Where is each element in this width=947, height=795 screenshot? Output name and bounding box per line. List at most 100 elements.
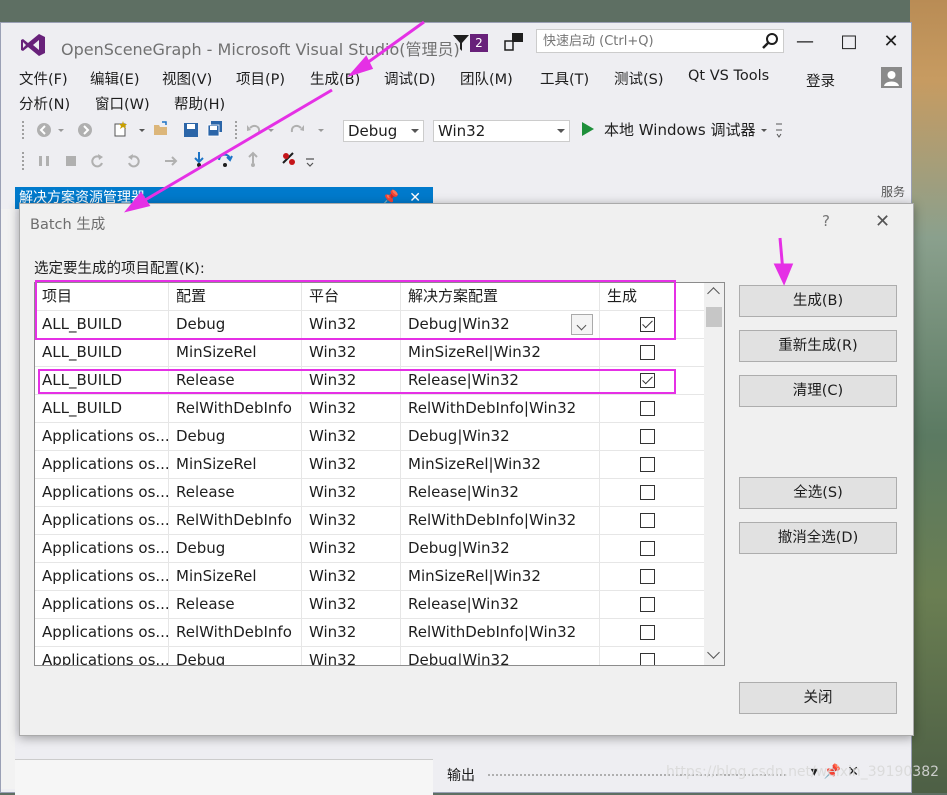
cell-project[interactable]: Applications os... (35, 423, 169, 450)
build-checkbox[interactable] (640, 569, 655, 584)
cell-config[interactable]: MinSizeRel (169, 451, 302, 478)
new-dropdown-icon[interactable] (137, 122, 147, 138)
cell-project[interactable]: Applications os... (35, 479, 169, 506)
menu-qt-vs-tools[interactable]: Qt VS Tools (686, 68, 771, 84)
open-file-icon[interactable] (153, 121, 169, 137)
cell-platform[interactable]: Win32 (302, 479, 401, 506)
cell-config[interactable]: Debug (169, 535, 302, 562)
cell-platform[interactable]: Win32 (302, 647, 401, 665)
cell-solution-config[interactable]: MinSizeRel|Win32 (401, 563, 600, 590)
cell-config[interactable]: Debug (169, 423, 302, 450)
table-row[interactable]: ALL_BUILD RelWithDebInfo Win32 RelWithDebIn… (35, 395, 704, 423)
menu-test[interactable]: 测试(S) (612, 68, 666, 89)
sign-in-link[interactable]: 登录 (804, 70, 837, 91)
clean-button[interactable]: 清理(C) (739, 375, 897, 407)
cell-config[interactable]: RelWithDebInfo (169, 507, 302, 534)
cell-platform[interactable]: Win32 (302, 339, 401, 366)
back-icon[interactable] (36, 122, 52, 138)
menu-build[interactable]: 生成(B) (308, 68, 362, 89)
build-checkbox[interactable] (640, 625, 655, 640)
cell-solution-config[interactable]: RelWithDebInfo|Win32 (401, 507, 600, 534)
breakpoints-icon[interactable] (281, 151, 297, 167)
account-avatar-icon[interactable] (881, 67, 902, 88)
cell-config[interactable]: Release (169, 367, 302, 394)
toolbar-grip[interactable] (21, 120, 25, 140)
maximize-button[interactable]: □ (835, 31, 863, 53)
start-debugging-button[interactable]: 本地 Windows 调试器 (604, 119, 756, 140)
table-row[interactable]: Applications os... Debug Win32 Debug|Win32 (35, 423, 704, 451)
column-header-project[interactable]: 项目 (35, 283, 169, 310)
menu-analyze[interactable]: 分析(N) (17, 93, 72, 114)
cell-project[interactable]: ALL_BUILD (35, 311, 169, 338)
cell-config[interactable]: Debug (169, 647, 302, 665)
table-row[interactable]: Applications os... Release Win32 Release|Wi… (35, 479, 704, 507)
cell-solution-config[interactable]: Debug|Win32 (401, 535, 600, 562)
build-checkbox[interactable] (640, 317, 655, 332)
toolbar-overflow-icon[interactable] (775, 118, 783, 140)
stop-icon[interactable] (63, 153, 79, 169)
cell-config[interactable]: MinSizeRel (169, 339, 302, 366)
cell-solution-config[interactable]: RelWithDebInfo|Win32 (401, 395, 600, 422)
table-row[interactable]: ALL_BUILD Release Win32 Release|Win32 (35, 367, 704, 395)
build-checkbox[interactable] (640, 401, 655, 416)
cell-platform[interactable]: Win32 (302, 395, 401, 422)
menu-debug[interactable]: 调试(D) (382, 68, 437, 89)
cell-platform[interactable]: Win32 (302, 423, 401, 450)
new-project-icon[interactable] (113, 121, 129, 137)
menu-edit[interactable]: 编辑(E) (88, 68, 141, 89)
table-row[interactable]: Applications os... Debug Win32 Debug|Win32 (35, 647, 704, 665)
save-all-icon[interactable] (207, 121, 223, 137)
cell-solution-config[interactable]: MinSizeRel|Win32 (401, 451, 600, 478)
back-dropdown-icon[interactable] (56, 122, 66, 138)
undo-icon[interactable] (246, 122, 262, 138)
deselect-all-button[interactable]: 撤消全选(D) (739, 522, 897, 554)
build-checkbox[interactable] (640, 597, 655, 612)
help-button[interactable]: ? (822, 212, 830, 230)
build-checkbox[interactable] (640, 513, 655, 528)
run-dropdown-icon[interactable] (759, 122, 769, 138)
cell-config[interactable]: Release (169, 591, 302, 618)
minimize-button[interactable]: — (791, 31, 819, 53)
grid-vertical-scrollbar[interactable] (704, 283, 724, 665)
build-checkbox[interactable] (640, 345, 655, 360)
cell-platform[interactable]: Win32 (302, 311, 401, 338)
build-checkbox[interactable] (640, 457, 655, 472)
forward-icon[interactable] (77, 122, 93, 138)
scroll-thumb[interactable] (706, 307, 722, 327)
cell-project[interactable]: Applications os... (35, 563, 169, 590)
refresh-icon[interactable] (126, 153, 142, 169)
cell-solution-config[interactable]: RelWithDebInfo|Win32 (401, 619, 600, 646)
show-next-statement-icon[interactable] (163, 153, 179, 169)
cell-platform[interactable]: Win32 (302, 591, 401, 618)
table-row[interactable]: Applications os... MinSizeRel Win32 MinSize… (35, 451, 704, 479)
close-dialog-button[interactable]: 关闭 (739, 682, 897, 714)
scroll-up-icon[interactable] (707, 287, 720, 300)
notification-count-badge[interactable]: 2 (470, 34, 488, 52)
step-over-icon[interactable] (217, 151, 233, 167)
cell-project[interactable]: Applications os... (35, 591, 169, 618)
cell-project[interactable]: Applications os... (35, 507, 169, 534)
menu-file[interactable]: 文件(F) (17, 68, 70, 89)
table-row[interactable]: Applications os... Release Win32 Release|Wi… (35, 591, 704, 619)
cell-config[interactable]: RelWithDebInfo (169, 395, 302, 422)
step-into-icon[interactable] (191, 151, 207, 167)
menu-window[interactable]: 窗口(W) (93, 93, 152, 114)
table-row[interactable]: Applications os... Debug Win32 Debug|Win32 (35, 535, 704, 563)
cell-config[interactable]: MinSizeRel (169, 563, 302, 590)
menu-help[interactable]: 帮助(H) (172, 93, 227, 114)
build-checkbox[interactable] (640, 373, 655, 388)
cell-project[interactable]: Applications os... (35, 619, 169, 646)
column-header-solution-config[interactable]: 解决方案配置 (401, 283, 600, 310)
cell-platform[interactable]: Win32 (302, 507, 401, 534)
table-row[interactable]: Applications os... MinSizeRel Win32 MinSize… (35, 563, 704, 591)
cell-solution-config[interactable]: Debug|Win32 (401, 423, 600, 450)
column-header-platform[interactable]: 平台 (302, 283, 401, 310)
table-row[interactable]: ALL_BUILD MinSizeRel Win32 MinSizeRel|Win32 (35, 339, 704, 367)
cell-config[interactable]: Debug (169, 311, 302, 338)
cell-platform[interactable]: Win32 (302, 563, 401, 590)
cell-project[interactable]: Applications os... (35, 451, 169, 478)
start-debugging-icon[interactable] (581, 121, 595, 137)
menu-project[interactable]: 项目(P) (234, 68, 287, 89)
cell-project[interactable]: Applications os... (35, 647, 169, 665)
redo-dropdown-icon[interactable] (316, 122, 326, 138)
